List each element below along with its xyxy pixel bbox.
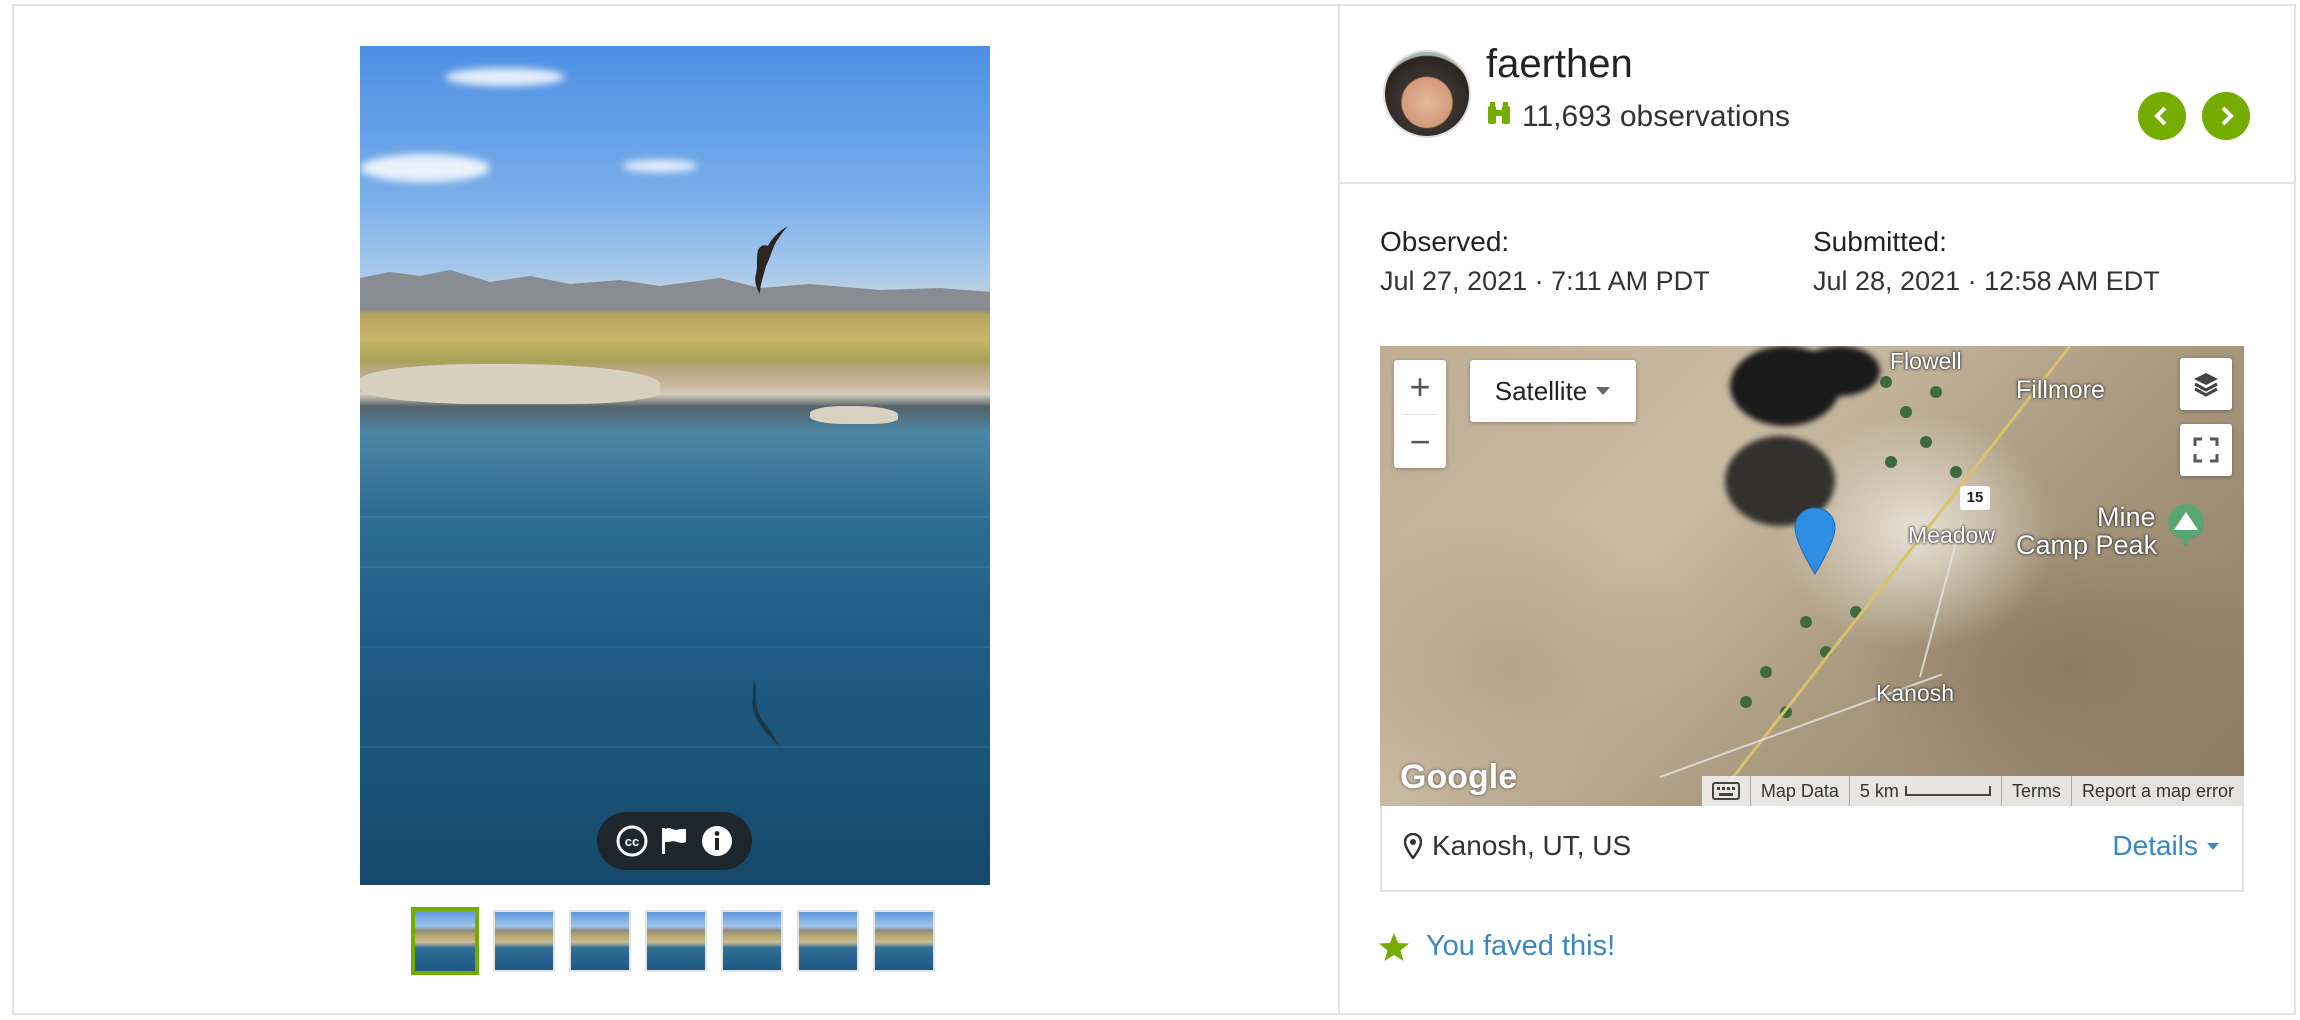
peak-marker-icon: [2168, 504, 2204, 546]
map-scale-label: 5 km: [1859, 780, 1899, 801]
caret-down-icon: [2207, 842, 2219, 850]
layers-icon: [2194, 373, 2218, 397]
cc-license-icon[interactable]: cc: [614, 823, 650, 859]
map-terms-link[interactable]: Terms: [2000, 776, 2071, 806]
location-details-link[interactable]: Details: [2112, 830, 2220, 862]
observed-label: Observed:: [1380, 226, 1510, 257]
map-field: [1900, 406, 1912, 418]
fullscreen-icon: [2193, 437, 2219, 463]
map-label-camp-peak: Camp Peak: [2016, 530, 2158, 560]
binoculars-icon: [1486, 100, 1512, 134]
map-type-label: Satellite: [1494, 375, 1588, 406]
map-label-kanosh: Kanosh: [1876, 680, 1955, 706]
photo-thumbnail[interactable]: [873, 910, 935, 972]
map-label-fillmore: Fillmore: [2016, 376, 2105, 404]
user-name[interactable]: faerthen: [1486, 42, 1633, 87]
photo-thumbnail[interactable]: [411, 907, 479, 975]
chevron-left-icon: [2154, 106, 2167, 126]
keyboard-shortcuts-button[interactable]: [1702, 776, 1750, 806]
photo-thumbnail[interactable]: [645, 910, 707, 972]
observation-count[interactable]: 11,693 observations: [1486, 100, 1790, 134]
map-field: [1950, 466, 1962, 478]
next-observation-button[interactable]: [2202, 92, 2250, 140]
bird-in-flight: [755, 226, 788, 294]
google-logo: Google: [1400, 758, 1518, 796]
observed-date: Jul 27, 2021 · 7:11 AM PDT: [1380, 266, 1710, 296]
submitted-date: Jul 28, 2021 · 12:58 AM EDT: [1813, 266, 2160, 296]
bird-reflection: [752, 680, 783, 750]
cloud: [445, 68, 565, 86]
map-label-flowell: Flowell: [1890, 348, 1962, 374]
chevron-right-icon: [2221, 106, 2234, 126]
zoom-in-button[interactable]: +: [1394, 360, 1446, 414]
photo-thumbnails: [411, 907, 935, 975]
map-scale-bar: [1904, 786, 1991, 796]
water-ripple: [360, 566, 990, 568]
map-field: [1760, 666, 1772, 678]
location-text: Kanosh, UT, US: [1404, 830, 1631, 862]
location-row: Kanosh, UT, US Details: [1380, 806, 2244, 892]
water-ripple: [360, 746, 990, 748]
panel-divider: [1338, 4, 1340, 1015]
photo-thumbnail[interactable]: [493, 910, 555, 972]
previous-observation-button[interactable]: [2138, 92, 2186, 140]
map-field: [1920, 436, 1932, 448]
caret-down-icon: [1596, 387, 1611, 395]
cloud: [360, 154, 490, 182]
shore-rocks: [360, 364, 660, 404]
fullscreen-button[interactable]: [2180, 424, 2232, 476]
highway-shield: 15: [1960, 486, 1990, 510]
star-icon[interactable]: [1378, 931, 1410, 963]
flag-icon[interactable]: [656, 823, 692, 859]
header-divider: [1340, 182, 2296, 184]
observation-count-text: 11,693 observations: [1522, 100, 1790, 133]
photo-thumbnail[interactable]: [721, 910, 783, 972]
report-map-error-link[interactable]: Report a map error: [2070, 776, 2244, 806]
keyboard-icon: [1711, 782, 1740, 800]
map-data-link[interactable]: Map Data: [1749, 776, 1849, 806]
map-label-mine: Mine: [2097, 502, 2156, 532]
info-icon[interactable]: [699, 823, 735, 859]
map-field: [1885, 456, 1897, 468]
rock: [810, 406, 898, 424]
location-name: Kanosh, UT, US: [1432, 830, 1632, 861]
map-label-meadow: Meadow: [1908, 522, 1995, 548]
submitted-label: Submitted:: [1813, 226, 1947, 257]
location-map[interactable]: Flowell Fillmore Meadow Mine Camp Peak K…: [1380, 346, 2244, 806]
map-footer: Map Data 5 km Terms Report a map error: [1701, 776, 2244, 806]
map-field: [1740, 696, 1752, 708]
observation-pin-icon[interactable]: [1793, 506, 1837, 576]
observation-photo[interactable]: cc: [360, 46, 990, 885]
map-field: [1800, 616, 1812, 628]
photo-controls: cc: [597, 812, 752, 870]
user-avatar[interactable]: [1383, 50, 1471, 138]
details-label: Details: [2112, 830, 2198, 861]
zoom-controls: + −: [1394, 360, 1446, 468]
water-ripple: [360, 646, 990, 648]
svg-text:cc: cc: [625, 834, 639, 849]
fave-row: You faved this!: [1378, 930, 1615, 963]
photo-thumbnail[interactable]: [569, 910, 631, 972]
water-ripple: [360, 516, 990, 518]
map-field: [1880, 376, 1892, 388]
map-scale[interactable]: 5 km: [1848, 776, 2001, 806]
faved-text[interactable]: You faved this!: [1426, 930, 1615, 963]
cloud: [622, 160, 698, 172]
map-pin-icon: [1404, 833, 1422, 859]
zoom-out-button[interactable]: −: [1394, 415, 1446, 469]
mountain-range: [360, 270, 990, 308]
map-layers-button[interactable]: [2180, 358, 2232, 410]
map-field: [1930, 386, 1942, 398]
map-type-button[interactable]: Satellite: [1470, 360, 1636, 422]
map-lava-field: [1800, 346, 1880, 396]
photo-thumbnail[interactable]: [797, 910, 859, 972]
